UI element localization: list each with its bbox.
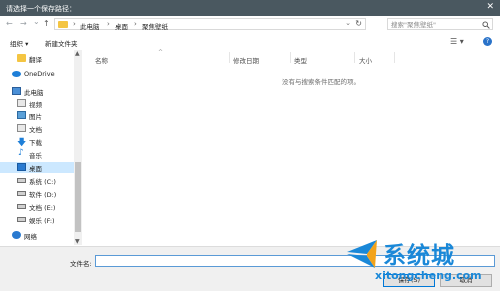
drive-icon (17, 178, 26, 183)
address-bar[interactable]: › 此电脑 › 桌面 › 聚焦壁纸 ⌄ ↻ (54, 18, 366, 31)
column-divider[interactable] (394, 52, 395, 63)
help-icon[interactable]: ? (483, 37, 492, 46)
scroll-down-icon[interactable]: ▼ (75, 238, 80, 245)
cancel-button[interactable]: 取消 (440, 274, 492, 287)
sidebar-item-label: 下载 (29, 139, 42, 147)
sidebar-item-network[interactable]: 网络 (0, 230, 74, 241)
address-dropdown-icon[interactable]: ⌄ (345, 19, 351, 27)
sidebar-item-music[interactable]: ♪ 音乐 (0, 148, 74, 160)
column-header-row: ^ 名称 修改日期 类型 大小 (84, 49, 500, 65)
breadcrumb-separator-icon[interactable]: › (73, 20, 76, 28)
organize-button[interactable]: 组织 ▾ (10, 38, 28, 48)
sidebar-item-label: 网络 (24, 233, 37, 241)
sidebar-item-desktop[interactable]: 桌面 (0, 162, 74, 173)
sidebar-item-this-pc[interactable]: 此电脑 (0, 86, 74, 97)
breadcrumb-wallpapers[interactable]: 聚焦壁纸 (142, 21, 168, 31)
column-header-name[interactable]: 名称 (95, 55, 108, 65)
cloud-icon (12, 71, 21, 77)
sidebar-item-label: 音乐 (29, 152, 42, 160)
drive-icon (17, 217, 26, 222)
sidebar-item-pictures[interactable]: 图片 (0, 110, 74, 121)
column-header-date-modified[interactable]: 修改日期 (233, 55, 259, 65)
filename-label: 文件名: (70, 260, 92, 268)
refresh-icon[interactable]: ↻ (355, 19, 362, 28)
filename-input[interactable] (95, 255, 495, 267)
navigation-pane: 翻译 OneDrive 此电脑 视频 图片 文档 🡇 下载 ♪ 音乐 桌面 系统… (0, 50, 74, 245)
folder-icon (58, 21, 68, 28)
sidebar-item-downloads[interactable]: 🡇 下载 (0, 136, 74, 148)
breadcrumb-separator-icon[interactable]: › (134, 20, 137, 28)
save-pane: 文件名: 保存(S) 取消 (0, 246, 500, 291)
command-bar: 组织 ▾ 新建文件夹 ☰ ▾ ? (0, 36, 500, 49)
folder-icon (17, 54, 26, 62)
breadcrumb-separator-icon[interactable]: › (107, 20, 110, 28)
sidebar-item-label: 图片 (29, 113, 42, 121)
breadcrumb-this-pc[interactable]: 此电脑 (80, 21, 100, 31)
picture-icon (17, 111, 26, 119)
address-row: ← → ⌄ ↑ › 此电脑 › 桌面 › 聚焦壁纸 ⌄ ↻ (0, 16, 500, 32)
title-bar: 请选择一个保存路径： ✕ (0, 0, 500, 16)
video-icon (17, 99, 26, 107)
sidebar-item-label: 桌面 (29, 165, 42, 173)
computer-icon (12, 87, 21, 95)
sort-ascending-icon: ^ (158, 49, 164, 56)
window-title: 请选择一个保存路径： (6, 5, 76, 13)
recent-locations-chevron-icon[interactable]: ⌄ (33, 17, 40, 26)
sidebar-item-videos[interactable]: 视频 (0, 98, 74, 109)
column-divider[interactable] (290, 52, 291, 63)
column-header-size[interactable]: 大小 (359, 55, 372, 65)
sidebar-item-label: 翻译 (29, 56, 42, 64)
sidebar-item-drive-f[interactable]: 娱乐 (F:) (0, 214, 74, 225)
sidebar-item-label: 文档 (29, 126, 42, 134)
sidebar-item-onedrive[interactable]: OneDrive (0, 69, 74, 80)
close-icon[interactable]: ✕ (486, 2, 494, 12)
sidebar-item-label: 娱乐 (F:) (29, 217, 55, 225)
search-box[interactable] (387, 18, 493, 30)
scroll-up-icon[interactable]: ▲ (75, 50, 80, 57)
view-options-icon[interactable]: ☰ ▾ (450, 37, 464, 46)
music-icon: ♪ (18, 148, 24, 158)
sidebar-item-label: 文档 (E:) (29, 204, 56, 212)
breadcrumb-desktop[interactable]: 桌面 (115, 21, 128, 31)
document-icon (17, 124, 26, 132)
empty-results-message: 没有与搜索条件匹配的项。 (282, 78, 360, 86)
sidebar-item-drive-e[interactable]: 文档 (E:) (0, 201, 74, 212)
sidebar-item-label: 视频 (29, 101, 42, 109)
sidebar-item-label: 系统 (C:) (29, 178, 56, 186)
scrollbar-thumb[interactable] (75, 162, 81, 232)
column-header-type[interactable]: 类型 (294, 55, 307, 65)
sidebar-scrollbar[interactable]: ▲ ▼ (74, 50, 82, 245)
drive-icon (17, 204, 26, 209)
sidebar-item-label: OneDrive (24, 70, 55, 78)
column-divider[interactable] (229, 52, 230, 63)
save-button[interactable]: 保存(S) (383, 274, 435, 287)
sidebar-item-translate[interactable]: 翻译 (0, 53, 74, 64)
sidebar-item-drive-d[interactable]: 软件 (D:) (0, 188, 74, 199)
desktop-icon (17, 163, 26, 171)
search-icon[interactable] (482, 21, 490, 29)
column-divider[interactable] (354, 52, 355, 63)
network-icon (12, 231, 21, 239)
download-icon: 🡇 (17, 138, 27, 148)
drive-icon (17, 191, 26, 196)
search-input[interactable] (391, 20, 479, 29)
new-folder-button[interactable]: 新建文件夹 (45, 38, 78, 48)
sidebar-item-label: 此电脑 (24, 89, 44, 97)
sidebar-item-label: 软件 (D:) (29, 191, 57, 199)
sidebar-item-documents[interactable]: 文档 (0, 123, 74, 134)
forward-arrow-icon[interactable]: → (20, 19, 27, 28)
back-arrow-icon[interactable]: ← (6, 19, 13, 28)
sidebar-item-drive-c[interactable]: 系统 (C:) (0, 175, 74, 186)
up-arrow-icon[interactable]: ↑ (43, 19, 50, 28)
